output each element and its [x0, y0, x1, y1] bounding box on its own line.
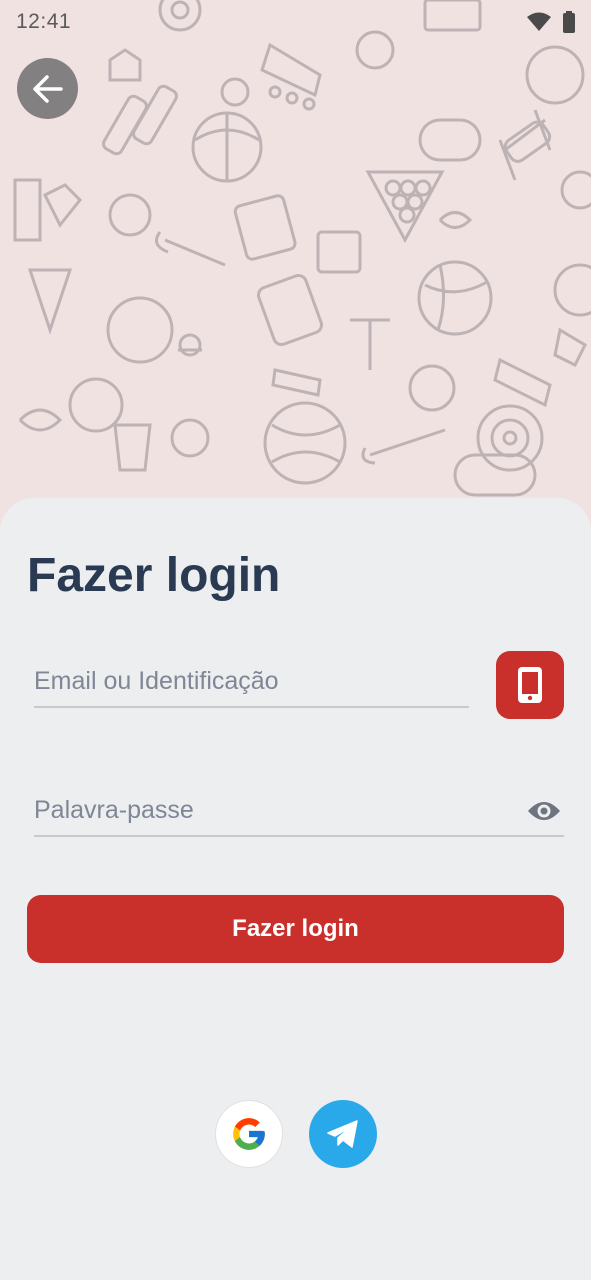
- password-field-container: [34, 785, 564, 837]
- status-icons: [527, 11, 575, 33]
- telegram-icon: [327, 1120, 358, 1148]
- eye-icon: [528, 802, 560, 820]
- sports-pattern-background: [0, 0, 591, 560]
- google-icon: [233, 1118, 265, 1150]
- arrow-left-icon: [32, 74, 63, 103]
- login-button[interactable]: Fazer login: [27, 895, 564, 963]
- telegram-login-button[interactable]: [309, 1100, 377, 1168]
- google-login-button[interactable]: [215, 1100, 283, 1168]
- phone-icon: [518, 667, 542, 703]
- page-title: Fazer login: [27, 549, 281, 602]
- password-input[interactable]: [34, 795, 564, 825]
- email-field-container: [34, 656, 469, 708]
- status-time: 12:41: [16, 10, 72, 33]
- back-button[interactable]: [17, 58, 78, 119]
- toggle-password-visibility-button[interactable]: [524, 795, 564, 827]
- wifi-icon: [527, 12, 551, 31]
- battery-icon: [563, 11, 575, 33]
- status-bar: 12:41: [0, 0, 591, 44]
- phone-login-button[interactable]: [496, 651, 564, 719]
- login-sheet: [0, 498, 591, 1280]
- email-input[interactable]: [34, 666, 469, 696]
